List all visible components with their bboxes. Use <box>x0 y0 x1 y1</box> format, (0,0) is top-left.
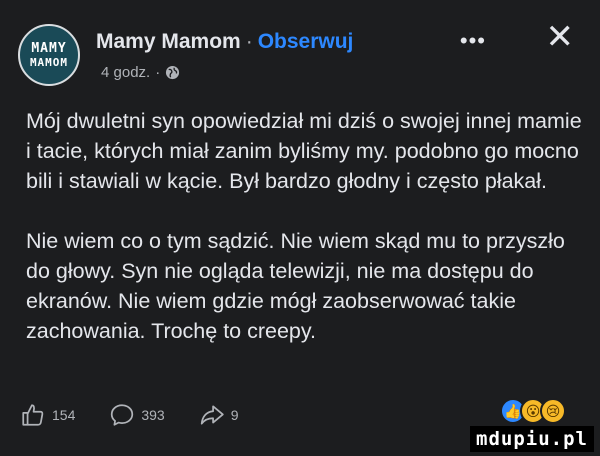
watermark-logo: mdupiu.pl <box>470 426 594 452</box>
like-count: 154 <box>52 407 76 423</box>
meta-separator: · <box>155 64 161 81</box>
post-time[interactable]: 4 godz. <box>101 64 150 81</box>
author-row: Mamy Mamom · Obserwuj <box>96 30 353 54</box>
share-button[interactable]: 9 <box>199 402 239 428</box>
avatar[interactable]: MAMY MAMOM <box>18 24 80 86</box>
close-button[interactable]: ✕ <box>546 20 575 54</box>
avatar-text-line2: MAMOM <box>29 56 69 69</box>
action-bar: 154 393 9 <box>20 402 273 428</box>
comment-icon <box>111 404 134 426</box>
more-options-button[interactable]: ••• <box>460 28 486 54</box>
comment-button[interactable]: 393 <box>109 402 165 428</box>
share-icon <box>200 405 224 425</box>
post-meta: 4 godz. · <box>101 64 180 81</box>
separator-dot: · <box>245 30 253 53</box>
like-button[interactable]: 154 <box>20 402 75 428</box>
avatar-text-line1: MAMY <box>31 41 67 56</box>
post-paragraph-1: Mój dwuletni syn opowiedział mi dziś o s… <box>26 109 582 193</box>
globe-icon <box>166 65 180 80</box>
post-body: Mój dwuletni syn opowiedział mi dziś o s… <box>26 106 582 376</box>
share-count: 9 <box>230 407 239 423</box>
post-header: MAMY MAMOM Mamy Mamom · Obserwuj 4 godz. ·… <box>18 20 582 90</box>
sad-face-icon: 😢 <box>540 398 566 424</box>
follow-button[interactable]: Obserwuj <box>258 30 354 53</box>
thumbs-up-icon <box>22 404 44 426</box>
comment-count: 393 <box>141 407 165 423</box>
author-name[interactable]: Mamy Mamom <box>96 30 241 53</box>
reaction-summary[interactable]: 👍 😮 😢 <box>500 398 566 424</box>
post-paragraph-2: Nie wiem co o tym sądzić. Nie wiem skąd … <box>26 229 565 343</box>
